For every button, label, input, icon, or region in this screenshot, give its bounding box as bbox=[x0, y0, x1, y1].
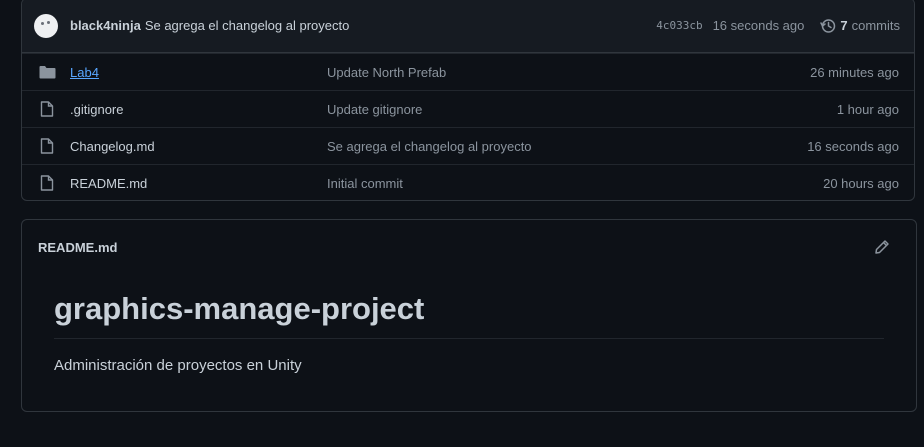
history-icon bbox=[820, 18, 836, 33]
file-name[interactable]: README.md bbox=[70, 176, 327, 191]
readme-header: README.md bbox=[22, 220, 916, 274]
commit-history-link[interactable]: 7 commits bbox=[820, 18, 900, 34]
file-commit-message[interactable]: Se agrega el changelog al proyecto bbox=[327, 139, 807, 154]
file-commit-message[interactable]: Update North Prefab bbox=[327, 65, 810, 80]
readme-filename[interactable]: README.md bbox=[38, 240, 872, 255]
file-row[interactable]: Changelog.md Se agrega el changelog al p… bbox=[22, 127, 914, 164]
commit-count: 7 bbox=[840, 18, 848, 33]
folder-icon bbox=[38, 64, 56, 80]
file-row[interactable]: README.md Initial commit 20 hours ago bbox=[22, 164, 914, 200]
file-name[interactable]: Lab4 bbox=[70, 65, 327, 80]
commit-sha[interactable]: 4c033cb bbox=[656, 19, 702, 32]
pencil-icon bbox=[875, 240, 889, 254]
readme-panel: README.md graphics-manage-project Admini… bbox=[21, 219, 917, 412]
commit-message[interactable]: Se agrega el changelog al proyecto bbox=[145, 18, 350, 33]
file-name[interactable]: Changelog.md bbox=[70, 139, 327, 154]
file-commit-message[interactable]: Initial commit bbox=[327, 176, 823, 191]
file-age: 26 minutes ago bbox=[810, 64, 899, 80]
file-browser: black4ninja Se agrega el changelog al pr… bbox=[21, 0, 915, 201]
file-row[interactable]: .gitignore Update gitignore 1 hour ago bbox=[22, 90, 914, 127]
file-age: 20 hours ago bbox=[823, 175, 899, 191]
readme-heading: graphics-manage-project bbox=[54, 290, 884, 339]
file-row[interactable]: Lab4 Update North Prefab 26 minutes ago bbox=[22, 53, 914, 90]
file-icon bbox=[38, 101, 56, 117]
file-age: 1 hour ago bbox=[836, 101, 899, 117]
file-name[interactable]: .gitignore bbox=[70, 102, 327, 117]
edit-readme-button[interactable] bbox=[872, 237, 892, 257]
file-commit-message[interactable]: Update gitignore bbox=[327, 102, 837, 117]
file-age: 16 seconds ago bbox=[807, 138, 899, 154]
file-icon bbox=[38, 138, 56, 154]
avatar[interactable] bbox=[34, 13, 58, 38]
repo-page: black4ninja Se agrega el changelog al pr… bbox=[0, 0, 924, 447]
readme-content: graphics-manage-project Administración d… bbox=[22, 274, 916, 374]
commits-label: commits bbox=[851, 18, 900, 33]
commit-time: 16 seconds ago bbox=[712, 18, 805, 33]
file-icon bbox=[38, 175, 56, 191]
readme-paragraph: Administración de proyectos en Unity bbox=[54, 357, 302, 374]
latest-commit-bar: black4ninja Se agrega el changelog al pr… bbox=[22, 0, 914, 53]
commit-author[interactable]: black4ninja bbox=[70, 18, 141, 33]
